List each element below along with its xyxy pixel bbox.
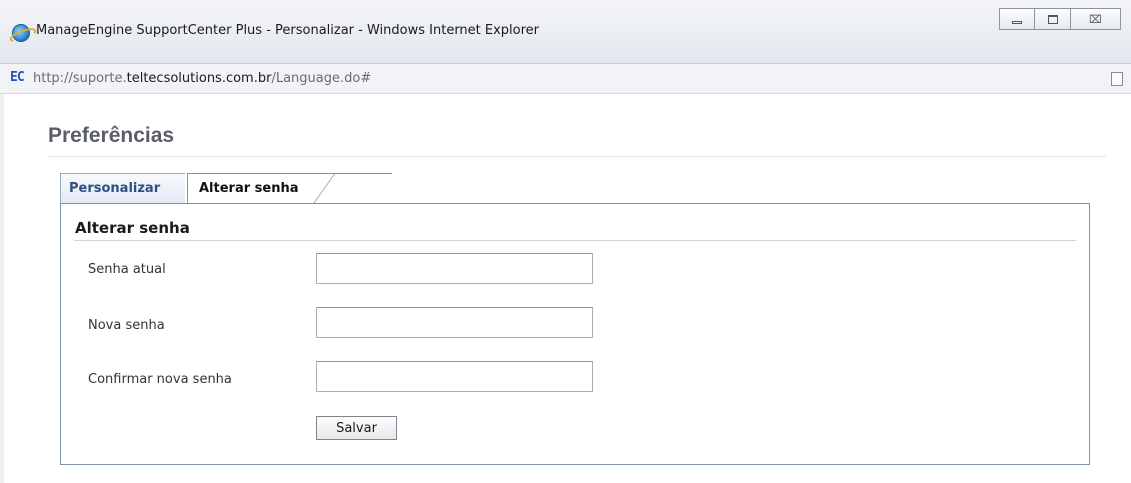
window-titlebar: ManageEngine SupportCenter Plus - Person… bbox=[0, 0, 1131, 64]
url-prefix: http://suporte. bbox=[33, 71, 127, 86]
new-password-input[interactable] bbox=[316, 307, 593, 338]
current-password-label: Senha atual bbox=[88, 262, 166, 277]
address-bar[interactable]: EC http://suporte.teltecsolutions.com.br… bbox=[0, 64, 1131, 94]
new-password-label: Nova senha bbox=[88, 318, 165, 333]
window-title: ManageEngine SupportCenter Plus - Person… bbox=[36, 23, 540, 38]
url-suffix: /Language.do# bbox=[271, 71, 372, 86]
close-button[interactable]: ⌧ bbox=[1071, 8, 1121, 30]
tab-personalizar[interactable]: Personalizar bbox=[60, 173, 185, 203]
confirm-password-input[interactable] bbox=[316, 361, 593, 392]
window-left-edge bbox=[0, 94, 4, 483]
maximize-icon bbox=[1047, 14, 1058, 24]
close-icon: ⌧ bbox=[1089, 12, 1102, 26]
current-password-input[interactable] bbox=[316, 253, 593, 284]
confirm-password-label: Confirmar nova senha bbox=[88, 372, 232, 387]
page-icon[interactable] bbox=[1111, 72, 1123, 86]
window-controls: ⌧ bbox=[999, 8, 1121, 30]
section-title: Alterar senha bbox=[75, 219, 190, 237]
save-button[interactable]: Salvar bbox=[316, 416, 397, 440]
title-divider bbox=[48, 156, 1106, 157]
url-domain: teltecsolutions.com.br bbox=[126, 71, 272, 86]
site-favicon: EC bbox=[10, 70, 25, 85]
page-title: Preferências bbox=[48, 124, 175, 147]
minimize-icon bbox=[1012, 20, 1022, 24]
section-divider bbox=[74, 240, 1076, 241]
url-text[interactable]: http://suporte.teltecsolutions.com.br/La… bbox=[33, 71, 371, 86]
internet-explorer-icon bbox=[12, 24, 30, 42]
tab-alterar-senha[interactable]: Alterar senha bbox=[187, 173, 392, 204]
minimize-button[interactable] bbox=[999, 8, 1035, 30]
tab-edge bbox=[313, 173, 335, 204]
maximize-button[interactable] bbox=[1035, 8, 1071, 30]
